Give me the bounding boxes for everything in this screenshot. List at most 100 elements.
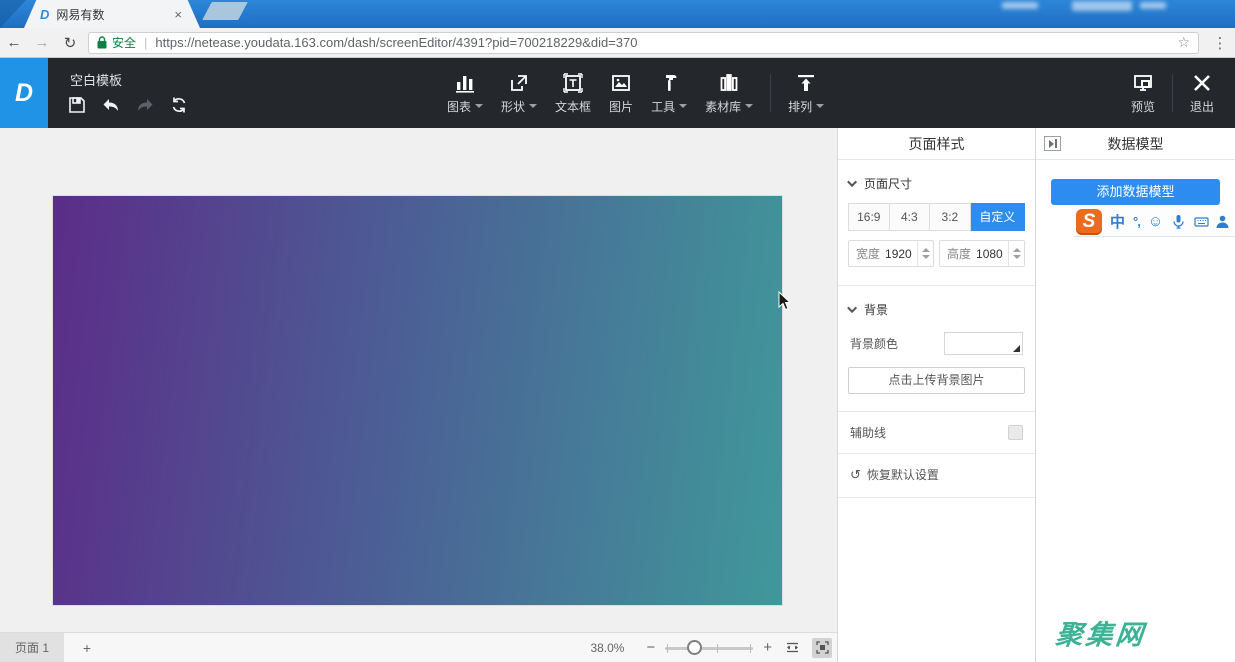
width-stepper[interactable] [917,241,933,266]
canvas-area [0,128,837,632]
exit-button[interactable]: 退出 [1181,58,1223,128]
ratio-custom-button[interactable]: 自定义 [971,203,1025,231]
bookmark-star-icon[interactable]: ☆ [1177,34,1190,51]
ratio-3-2-button[interactable]: 3:2 [930,203,971,231]
reload-icon[interactable]: ↻ [56,34,84,52]
section-divider [838,411,1035,412]
add-page-button[interactable]: + [64,633,110,662]
menu-label: 形状 [501,98,525,115]
height-value[interactable]: 1080 [976,247,1008,261]
background-window-glimpse [1002,2,1038,9]
page-tab[interactable]: 页面 1 [0,633,64,662]
fit-screen-button[interactable] [812,638,832,658]
dashboard-canvas[interactable] [53,196,782,605]
user-icon[interactable] [1215,214,1230,229]
fit-width-button[interactable] [782,638,802,658]
url-bar[interactable]: 安全 | https://netease.youdata.163.com/das… [88,32,1199,54]
chinese-mode-icon[interactable]: 中 [1110,211,1125,232]
preview-button[interactable]: 预览 [1122,58,1164,128]
chevron-down-icon [847,303,857,313]
chevron-down-icon [529,104,537,108]
app-logo[interactable]: D [0,58,48,128]
keyboard-icon[interactable] [1194,214,1209,229]
slider-handle[interactable] [687,640,702,655]
upload-background-button[interactable]: 点击上传背景图片 [848,367,1025,394]
sync-icon[interactable] [170,96,188,114]
menu-label: 排列 [788,98,812,115]
chevron-down-icon [847,177,857,187]
section-divider [838,285,1035,286]
guides-row: 辅助线 [850,424,1023,441]
menu-item-charts[interactable]: 图表 [438,58,492,128]
sogou-logo-icon[interactable]: S [1076,209,1102,235]
mouse-cursor [778,291,792,312]
browser-menu-icon[interactable]: ⋮ [1205,34,1235,52]
secure-label: 安全 [112,34,136,51]
data-panel-title: 数据模型 [1108,136,1164,152]
reset-defaults-button[interactable]: ↺ 恢复默认设置 [850,466,1023,483]
width-value[interactable]: 1920 [885,247,917,261]
browser-tab[interactable]: D 网易有数 × [24,0,200,28]
step-down-icon[interactable] [922,255,930,259]
textbox-icon [562,72,584,94]
menu-item-image[interactable]: 图片 [600,58,642,128]
style-panel-title: 页面样式 [838,128,1035,160]
lock-icon [97,36,107,49]
step-down-icon[interactable] [1013,255,1021,259]
tab-title: 网易有数 [56,6,174,23]
zoom-out-icon[interactable]: − [646,639,655,656]
page-size-section-header[interactable]: 页面尺寸 [850,175,1023,192]
height-stepper[interactable] [1008,241,1024,266]
menu-label: 工具 [651,98,675,115]
background-color-swatch[interactable] [944,332,1023,355]
punctuation-icon[interactable]: °, [1133,214,1140,229]
undo-icon[interactable] [102,96,120,114]
height-field[interactable]: 高度 1080 [939,240,1025,267]
new-tab-button[interactable] [202,2,248,20]
background-window-glimpse [1140,2,1166,9]
step-up-icon[interactable] [1013,248,1021,252]
reset-icon: ↺ [850,467,861,483]
back-icon[interactable]: ← [0,34,28,51]
ratio-4-3-button[interactable]: 4:3 [890,203,931,231]
width-label: 宽度 [856,245,880,262]
menu-item-arrange[interactable]: 排列 [779,58,833,128]
slider-track[interactable] [665,647,753,650]
forward-icon[interactable]: → [28,34,56,51]
swatch-corner-marker [1013,345,1020,352]
exit-label: 退出 [1190,98,1214,115]
ratio-16-9-button[interactable]: 16:9 [848,203,890,231]
guides-checkbox[interactable] [1008,425,1023,440]
url-text[interactable]: https://netease.youdata.163.com/dash/scr… [155,35,1171,50]
step-up-icon[interactable] [922,248,930,252]
reset-label: 恢复默认设置 [867,466,939,483]
menu-label: 图片 [609,98,633,115]
menu-item-textbox[interactable]: 文本框 [546,58,600,128]
hammer-icon [658,72,680,94]
width-field[interactable]: 宽度 1920 [848,240,934,267]
menu-item-tools[interactable]: 工具 [642,58,696,128]
menu-item-shapes[interactable]: 形状 [492,58,546,128]
redo-icon[interactable] [136,96,154,114]
emoji-icon[interactable]: ☺ [1148,213,1163,230]
zoom-slider[interactable] [665,640,753,656]
menu-label: 素材库 [705,98,741,115]
image-icon [610,72,632,94]
menu-item-library[interactable]: 素材库 [696,58,762,128]
zoom-percent: 38.0% [590,641,624,655]
tab-close-icon[interactable]: × [174,8,182,21]
microphone-icon[interactable] [1171,214,1186,229]
screen: D 网易有数 × ← → ↻ 安全 | https://netease.youd… [0,0,1235,662]
data-panel-header: 数据模型 [1036,128,1235,160]
collapse-panel-icon[interactable] [1044,136,1061,151]
browser-titlebar: D 网易有数 × [0,0,1235,28]
zoom-controls: 38.0% − + [590,633,832,662]
background-section-header[interactable]: 背景 [850,301,1023,318]
app-toolbar: D 空白模板 [0,58,1235,128]
save-icon[interactable] [68,96,86,114]
chevron-down-icon [816,104,824,108]
add-data-model-button[interactable]: 添加数据模型 [1051,179,1220,205]
document-title: 空白模板 [70,70,122,89]
preview-label: 预览 [1131,98,1155,115]
zoom-in-icon[interactable]: + [763,639,772,656]
